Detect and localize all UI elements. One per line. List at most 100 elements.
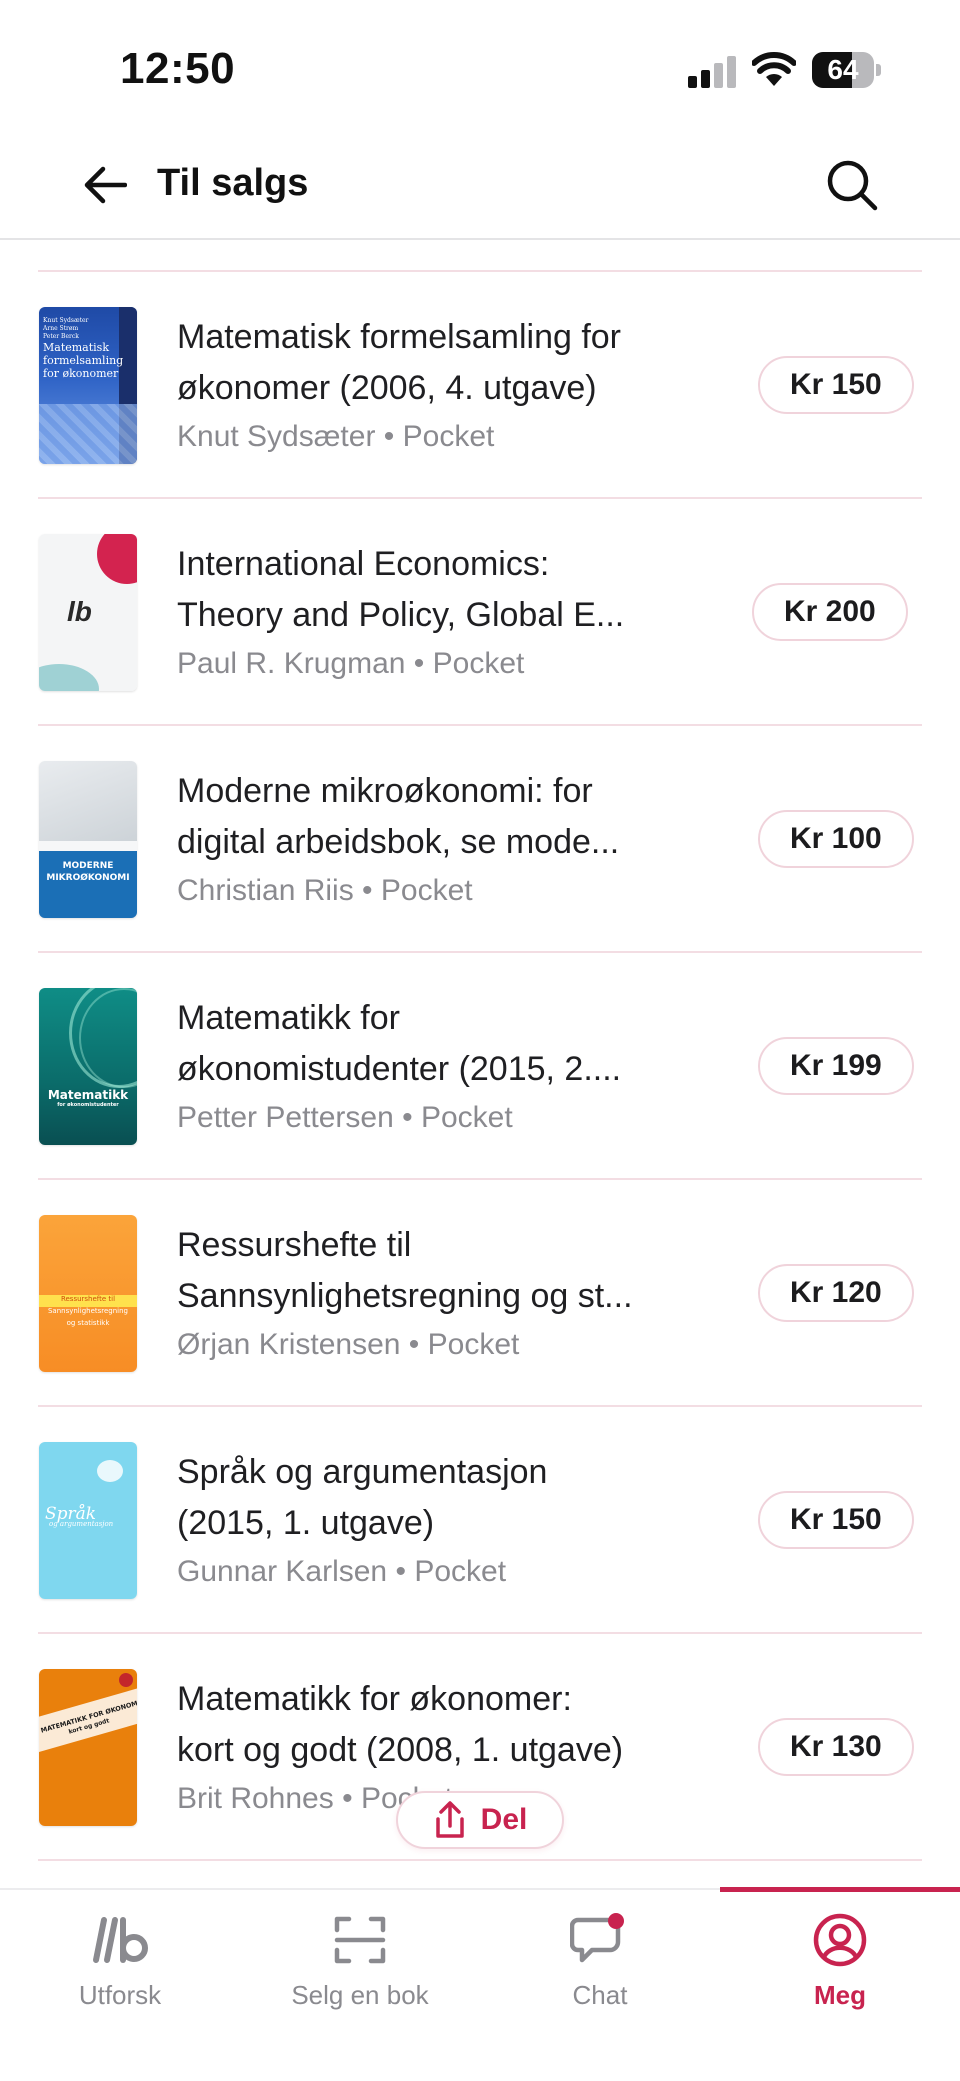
- tab-utforsk[interactable]: Utforsk: [0, 1910, 240, 2020]
- book-list-item[interactable]: Knut Sydsæter Arne Strøm Peter Berck Matema…: [38, 272, 922, 499]
- price-badge[interactable]: Kr 150: [758, 356, 914, 414]
- book-title: Matematikk for økonomistudenter (2015, 2.…: [177, 993, 737, 1095]
- cover-text: Arne Strøm: [43, 325, 79, 332]
- book-meta: Paul R. Krugman • Pocket: [177, 647, 524, 681]
- price-badge[interactable]: Kr 199: [758, 1037, 914, 1095]
- book-list-item[interactable]: lb International Economics: Theory and Pol…: [38, 499, 922, 726]
- cover-text: for økonomer: [43, 367, 119, 380]
- book-cover-image: Matematikk for økonomistudenter: [39, 988, 137, 1145]
- meta-separator: •: [393, 1101, 421, 1134]
- book-title-line-2: Sannsynlighetsregning og st...: [177, 1277, 633, 1315]
- book-format: Pocket: [427, 1328, 520, 1361]
- book-author: Gunnar Karlsen: [177, 1555, 388, 1588]
- book-list-item[interactable]: Matematikk for økonomistudenter Matematikk…: [38, 953, 922, 1180]
- price-badge[interactable]: Kr 200: [752, 583, 908, 641]
- book-cover-image: lb: [39, 534, 137, 691]
- meta-separator: •: [333, 1782, 361, 1815]
- search-icon: [827, 160, 878, 211]
- app-header: Til salgs: [0, 130, 960, 240]
- share-label: Del: [480, 1803, 528, 1836]
- book-cover-image: Språk og argumentasjon: [39, 1442, 137, 1599]
- book-title-line-2: digital arbeidsbok, se mode...: [177, 823, 620, 861]
- book-title: Moderne mikroøkonomi: for digital arbeids…: [177, 766, 737, 868]
- status-bar: 12:50 64: [0, 0, 960, 130]
- cover-text: MODERNE: [62, 861, 114, 871]
- book-title-line-1: Matematikk for økonomer:: [177, 1680, 572, 1718]
- book-title-line-1: Matematisk formelsamling for: [177, 318, 622, 356]
- active-tab-indicator: [720, 1887, 960, 1892]
- cellular-signal-icon: [688, 56, 736, 88]
- book-meta: Christian Riis • Pocket: [177, 874, 473, 908]
- cover-text: og argumentasjon: [49, 1520, 114, 1528]
- tab-meg[interactable]: Meg: [720, 1910, 960, 2020]
- meta-separator: •: [375, 420, 403, 453]
- battery-level: 64: [827, 54, 859, 85]
- status-time: 12:50: [120, 44, 236, 93]
- book-title-line-1: Matematikk for: [177, 999, 400, 1037]
- search-button[interactable]: [824, 157, 880, 213]
- book-title-line-1: Moderne mikroøkonomi: for: [177, 772, 593, 810]
- cover-logo: lb: [67, 596, 92, 627]
- book-list-item[interactable]: MODERNE MIKROØKONOMI Moderne mikroøkonomi:…: [38, 726, 922, 953]
- arrow-left-icon: [84, 166, 127, 204]
- price-badge[interactable]: Kr 150: [758, 1491, 914, 1549]
- cover-text: og statistikk: [66, 1319, 110, 1327]
- back-button[interactable]: [80, 160, 130, 210]
- book-title-line-2: økonomistudenter (2015, 2....: [177, 1050, 622, 1088]
- book-title-line-1: Språk og argumentasjon: [177, 1453, 548, 1491]
- price-badge[interactable]: Kr 100: [758, 810, 914, 868]
- book-title: Matematikk for økonomer: kort og godt (20…: [177, 1674, 737, 1776]
- book-format: Pocket: [414, 1555, 507, 1588]
- share-button[interactable]: Del: [396, 1791, 564, 1849]
- cover-text: Ressurshefte til: [60, 1295, 116, 1303]
- cover-text: Knut Sydsæter: [43, 317, 89, 324]
- book-list-item[interactable]: Ressurshefte til Sannsynlighetsregning og …: [38, 1180, 922, 1407]
- share-icon: [435, 1801, 464, 1838]
- tab-selg-en-bok[interactable]: Selg en bok: [240, 1910, 480, 2020]
- price-badge[interactable]: Kr 130: [758, 1718, 914, 1776]
- tab-label: Chat: [572, 1980, 628, 2010]
- book-title: International Economics: Theory and Polic…: [177, 539, 737, 641]
- meta-separator: •: [387, 1555, 415, 1588]
- bottom-tab-bar: Utforsk Selg en bok Chat Meg: [0, 1887, 960, 2081]
- book-author: Ørjan Kristensen: [177, 1328, 401, 1361]
- chat-icon: [570, 1913, 624, 1963]
- book-format: Pocket: [380, 874, 473, 907]
- tab-chat[interactable]: Chat: [480, 1910, 720, 2020]
- book-meta: Petter Pettersen • Pocket: [177, 1101, 513, 1135]
- meta-separator: •: [353, 874, 381, 907]
- book-cover-image: Knut Sydsæter Arne Strøm Peter Berck Matema…: [39, 307, 137, 464]
- cover-text: MIKROØKONOMI: [46, 873, 130, 883]
- book-author: Knut Sydsæter: [177, 420, 376, 453]
- book-author: Christian Riis: [177, 874, 354, 907]
- book-title-line-1: Ressurshefte til: [177, 1226, 412, 1264]
- tab-label: Utforsk: [78, 1980, 162, 2010]
- chat-badge: [608, 1913, 624, 1929]
- scan-icon: [334, 1916, 386, 1964]
- book-title-line-2: (2015, 1. utgave): [177, 1504, 435, 1542]
- book-format: Pocket: [432, 647, 525, 680]
- cover-text: for økonomistudenter: [57, 1102, 119, 1108]
- book-format: Pocket: [402, 420, 495, 453]
- tab-label: Selg en bok: [291, 1980, 429, 2010]
- price-badge[interactable]: Kr 120: [758, 1264, 914, 1322]
- wifi-icon: [752, 52, 796, 86]
- cover-text: Peter Berck: [43, 333, 79, 340]
- book-meta: Gunnar Karlsen • Pocket: [177, 1555, 506, 1589]
- tab-label: Meg: [814, 1980, 866, 2010]
- profile-icon: [813, 1913, 867, 1967]
- book-list: Knut Sydsæter Arne Strøm Peter Berck Matema…: [38, 270, 922, 1861]
- cover-text: formelsamling: [43, 354, 124, 367]
- book-cover-image: MATEMATIKK FOR ØKONOMER kort og godt: [39, 1669, 137, 1826]
- book-cover-image: MODERNE MIKROØKONOMI: [39, 761, 137, 918]
- book-title-line-1: International Economics:: [177, 545, 550, 583]
- book-title: Matematisk formelsamling for økonomer (20…: [177, 312, 737, 414]
- meta-separator: •: [405, 647, 433, 680]
- book-title-line-2: kort og godt (2008, 1. utgave): [177, 1731, 624, 1769]
- book-list-item[interactable]: Språk og argumentasjon Språk og argumentas…: [38, 1407, 922, 1634]
- cover-text: Matematisk: [43, 341, 109, 354]
- book-meta: Ørjan Kristensen • Pocket: [177, 1328, 519, 1362]
- page-title: Til salgs: [157, 162, 309, 204]
- battery-icon: 64: [812, 52, 881, 88]
- book-cover-image: Ressurshefte til Sannsynlighetsregning og …: [39, 1215, 137, 1372]
